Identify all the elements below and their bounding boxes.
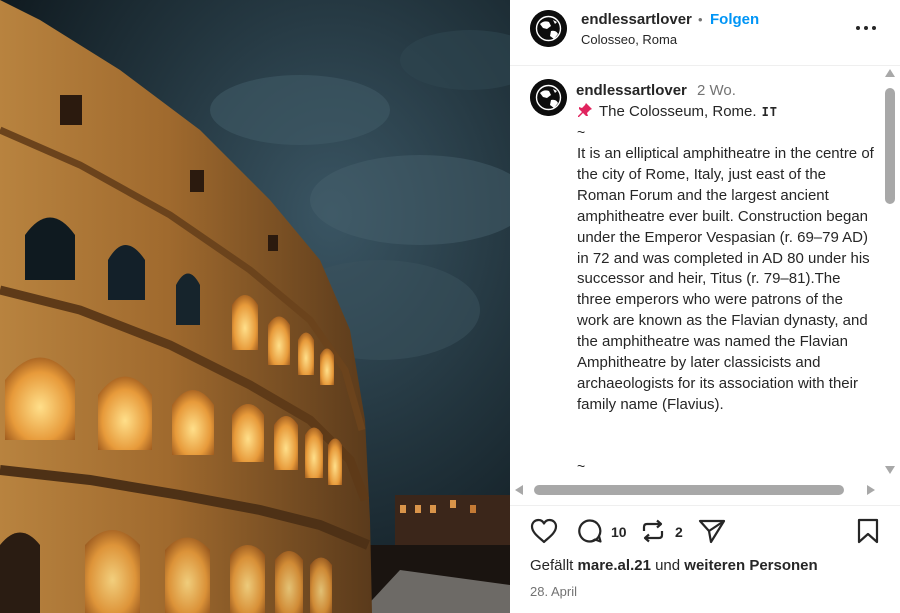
- post-side-panel: endlessartlover • Folgen Colosseo, Roma …: [510, 0, 900, 613]
- caption-tilde: ~: [577, 458, 586, 474]
- share-icon[interactable]: [698, 518, 726, 544]
- post-date[interactable]: 28. April: [530, 584, 577, 599]
- bookmark-icon[interactable]: [856, 518, 880, 544]
- caption-title-line: The Colosseum, Rome. IT: [577, 102, 778, 120]
- post-photo[interactable]: [0, 0, 510, 613]
- vertical-scroll-thumb[interactable]: [885, 88, 895, 204]
- liked-by-user[interactable]: mare.al.21: [578, 557, 651, 574]
- caption-scroll-area[interactable]: endlessartlover 2 Wo. The Colosseum, Rom…: [510, 67, 900, 480]
- globe-logo-icon: [530, 79, 567, 116]
- post-actions: 10 2: [510, 505, 900, 555]
- caption-body: It is an elliptical amphitheatre in the …: [577, 145, 874, 413]
- horizontal-scrollbar[interactable]: [512, 483, 884, 497]
- scroll-right-arrow-icon[interactable]: [866, 484, 876, 496]
- flag-it: IT: [761, 105, 779, 119]
- caption-username[interactable]: endlessartlover: [576, 82, 687, 99]
- follow-button[interactable]: Folgen: [710, 11, 759, 28]
- comment-count: 10: [611, 524, 627, 540]
- separator-dot: •: [698, 12, 703, 27]
- avatar[interactable]: [530, 10, 567, 47]
- comment-icon[interactable]: [577, 518, 603, 544]
- likes-summary[interactable]: Gefällt mare.al.21 und weiteren Personen: [530, 557, 818, 574]
- vertical-scrollbar[interactable]: [883, 68, 897, 478]
- header-username[interactable]: endlessartlover: [581, 11, 692, 28]
- location-link[interactable]: Colosseo, Roma: [581, 32, 677, 47]
- colosseum-night-photo: [0, 0, 510, 613]
- horizontal-scroll-thumb[interactable]: [534, 485, 844, 495]
- likes-prefix: Gefällt: [530, 557, 574, 574]
- caption-avatar[interactable]: [530, 79, 567, 116]
- post-header: endlessartlover • Folgen Colosseo, Roma: [510, 0, 900, 66]
- caption-tilde: ~: [577, 124, 586, 140]
- likes-connector: und: [655, 557, 681, 574]
- globe-logo-icon: [530, 10, 567, 47]
- caption-timestamp[interactable]: 2 Wo.: [697, 82, 736, 99]
- caption-title: The Colosseum, Rome.: [599, 103, 757, 120]
- repost-count: 2: [675, 524, 683, 540]
- pushpin-icon: [578, 103, 592, 117]
- likes-others[interactable]: weiteren Personen: [684, 557, 817, 574]
- scroll-down-arrow-icon[interactable]: [884, 465, 896, 475]
- heart-icon[interactable]: [530, 518, 558, 544]
- scroll-up-arrow-icon[interactable]: [884, 68, 896, 78]
- repost-icon[interactable]: [640, 518, 666, 544]
- scroll-left-arrow-icon[interactable]: [514, 484, 524, 496]
- more-horizontal-icon[interactable]: [854, 18, 878, 38]
